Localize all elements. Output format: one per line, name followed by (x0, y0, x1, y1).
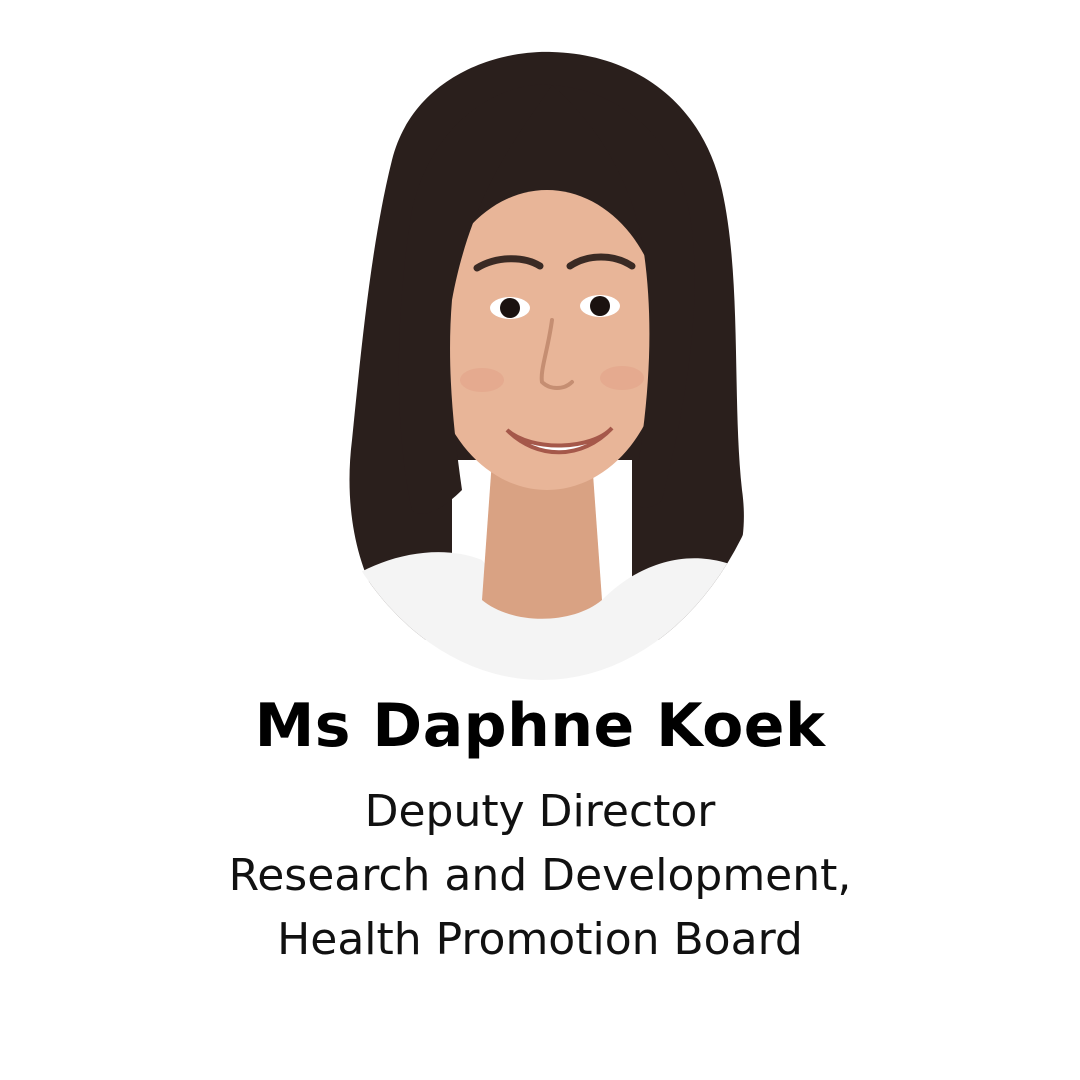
speaker-name: Ms Daphne Koek (254, 691, 826, 761)
speaker-title-line: Research and Development, (228, 850, 852, 901)
portrait-illustration (302, 40, 782, 680)
speaker-organization-line: Health Promotion Board (277, 914, 803, 965)
speaker-portrait (302, 40, 782, 680)
speaker-titles: Deputy Director Research and Development… (0, 780, 1080, 972)
speaker-title-line: Deputy Director (364, 786, 716, 837)
